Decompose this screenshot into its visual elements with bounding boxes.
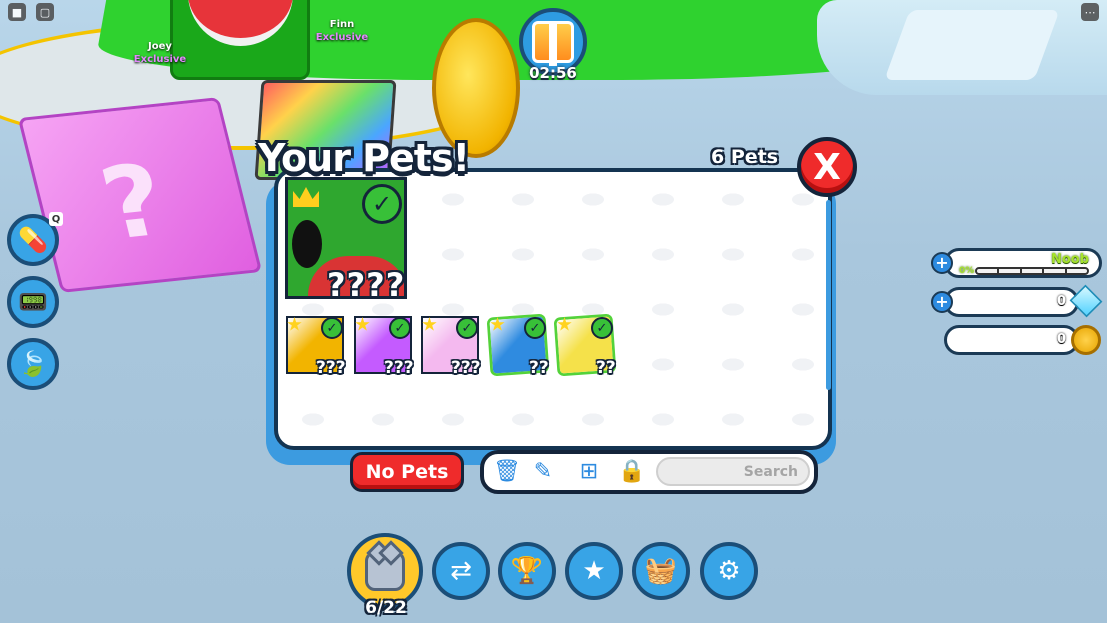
pets-panel-title: Your Pets! [258, 136, 470, 180]
equipped-check-icon: ✓ [321, 317, 343, 339]
remote-button[interactable]: 📟 [7, 276, 59, 328]
player-title: Exclusive [315, 32, 369, 43]
roblox-menu-icon[interactable]: ■ [8, 3, 26, 21]
chat-icon[interactable]: ▢ [36, 3, 54, 21]
player-name: Finn [329, 19, 355, 30]
crown-icon [293, 187, 319, 207]
gift-timer: 02:56 [529, 64, 577, 82]
trash-icon: 🗑 [493, 458, 521, 484]
settings-button[interactable]: ⚙ [700, 542, 758, 600]
trophy-button[interactable]: 🏆 [498, 542, 556, 600]
watermelon-pet [170, 0, 310, 80]
grid-icon: ⊞ [579, 458, 599, 484]
player-tag-finn: Finn Exclusive [312, 18, 372, 44]
hotkey-hint: Q [49, 212, 63, 226]
teleport-icon: 🍃 [18, 350, 48, 378]
rank-progress-track [975, 267, 1089, 275]
diamonds-value: 0 [1056, 294, 1066, 309]
cube-glyph: ? [90, 142, 177, 262]
potion-icon: 💊 [18, 226, 48, 254]
trade-icon: ⇄ [450, 556, 472, 586]
pet-name: ?? [529, 358, 549, 378]
pink-mystery-block: ? [17, 97, 263, 293]
remote-icon: 📟 [18, 288, 48, 316]
shop-button[interactable]: 🧺 [632, 542, 690, 600]
lock-icon: 🔒 [618, 458, 646, 484]
no-pets-button[interactable]: No Pets [350, 452, 464, 492]
coins-value: 0 [1056, 332, 1066, 347]
pet-name: ?? [596, 358, 616, 378]
pet-name: ??? [451, 358, 481, 378]
world-rock-highlight [884, 10, 1060, 80]
rank-progress-text: 0% [959, 266, 975, 276]
pet-eye [292, 220, 322, 268]
pencil-icon: ✎ [533, 458, 553, 484]
search-input[interactable] [656, 457, 810, 486]
buy-rank-button[interactable]: + [931, 252, 953, 274]
equipped-check-icon: ✓ [591, 317, 613, 339]
lock-button[interactable]: 🔒 [617, 456, 647, 486]
buy-diamonds-button[interactable]: + [931, 291, 953, 313]
rank-bar: Noob 0% [944, 248, 1102, 278]
equipped-check-icon: ✓ [362, 184, 402, 224]
shop-basket-icon: 🧺 [644, 556, 678, 586]
pet-count: 6 Pets [711, 146, 779, 168]
teleport-button[interactable]: 🍃 [7, 338, 59, 390]
close-button[interactable]: X [797, 137, 857, 197]
trade-button[interactable]: ⇄ [432, 542, 490, 600]
diamonds-bar: 0 [944, 287, 1079, 317]
equipped-check-icon: ✓ [389, 317, 411, 339]
rename-button[interactable]: ✎ [528, 456, 558, 486]
pet-slots-count: 6/22 [365, 598, 407, 618]
trash-button[interactable]: 🗑 [492, 456, 522, 486]
equipped-check-icon: ✓ [456, 317, 478, 339]
player-title: Exclusive [133, 54, 187, 65]
pets-scrollbar[interactable] [826, 200, 831, 390]
rank-label: Noob [1050, 252, 1089, 267]
coins-bar: 0 [944, 325, 1079, 355]
gift-icon [532, 21, 574, 66]
player-name: Joey [148, 41, 172, 52]
cat-pet-icon [365, 551, 405, 591]
star-icon: ★ [582, 556, 606, 586]
star-button[interactable]: ★ [565, 542, 623, 600]
equipped-check-icon: ✓ [524, 317, 546, 339]
player-tag-joey: Joey Exclusive [130, 40, 190, 66]
pet-name: ??? [316, 358, 346, 378]
grid-view-button[interactable]: ⊞ [574, 456, 604, 486]
settings-gear-icon: ⚙ [717, 556, 741, 586]
featured-pet-name: ???? [327, 266, 406, 304]
coin-icon [1071, 325, 1101, 355]
settings-icon[interactable]: ⋯ [1081, 3, 1099, 21]
trophy-icon: 🏆 [510, 556, 544, 586]
pet-name: ??? [384, 358, 414, 378]
